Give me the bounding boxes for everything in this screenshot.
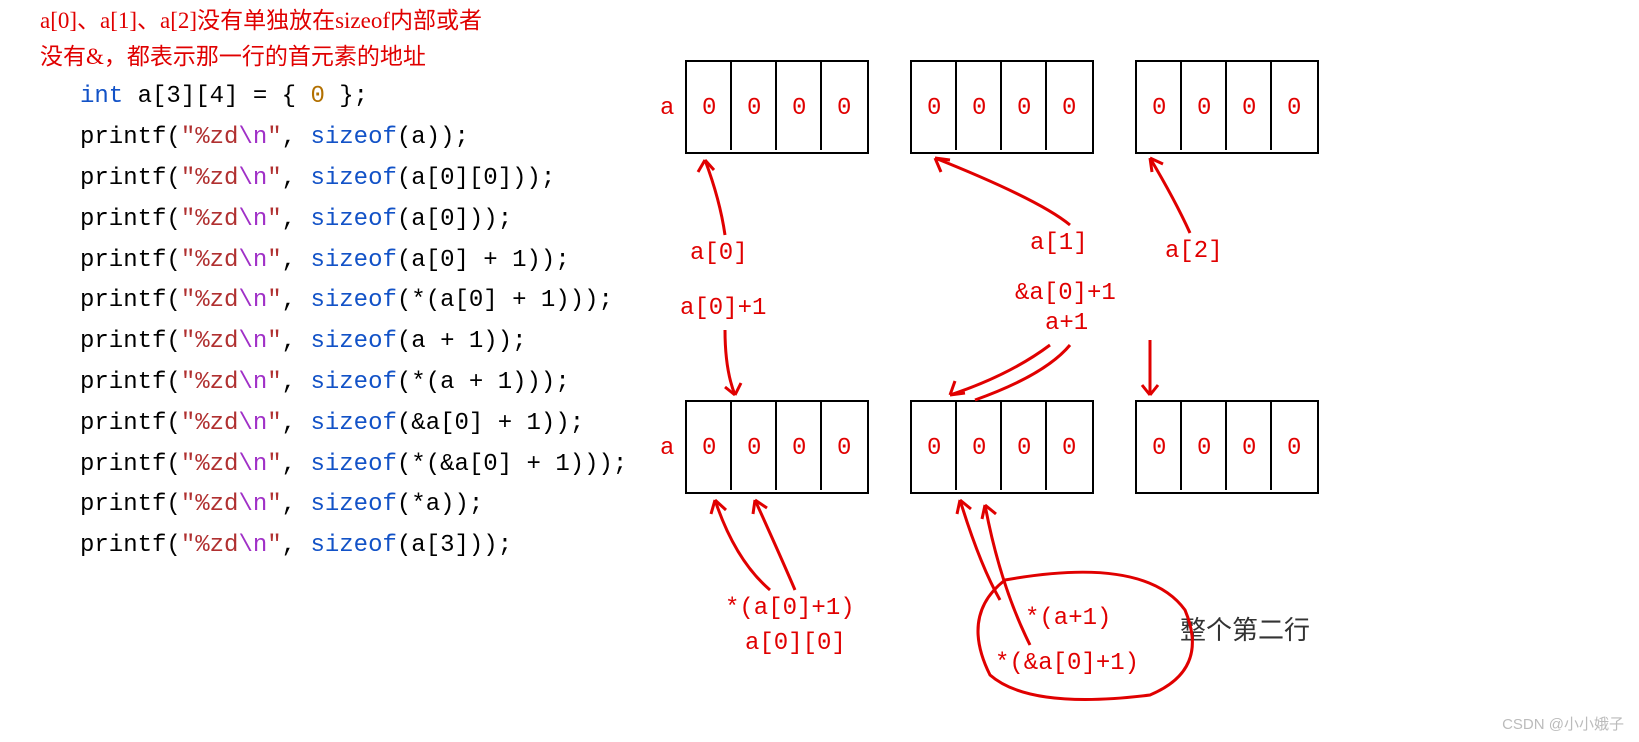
label-a0: a[0] — [690, 240, 748, 267]
label-star-amp: *(&a[0]+1) — [995, 650, 1139, 677]
label-a-top: a — [660, 95, 674, 122]
label-row2: 整个第二行 — [1180, 610, 1310, 647]
code-block: int a[3][4] = { 0 }; printf("%zd\n", siz… — [40, 77, 640, 567]
label-star-a0p1: *(a[0]+1) — [725, 595, 855, 622]
diagram-area: a 0 0 0 0 0 0 0 0 0 0 0 0 a[0] a[1] a[2]… — [650, 0, 1639, 572]
label-a2: a[2] — [1165, 238, 1223, 265]
comment-line-2: 没有&，都表示那一行的首元素的地址 — [40, 41, 640, 73]
label-star-ap1: *(a+1) — [1025, 605, 1111, 632]
label-a0p1: a[0]+1 — [680, 295, 766, 322]
label-a1: a[1] — [1030, 230, 1088, 257]
watermark: CSDN @小小娥子 — [1502, 713, 1624, 734]
comment-line-1: a[0]、a[1]、a[2]没有单独放在sizeof内部或者 — [40, 5, 640, 37]
label-ampa0p1: &a[0]+1 — [1015, 280, 1116, 307]
label-a00: a[0][0] — [745, 630, 846, 657]
label-a-bottom: a — [660, 435, 674, 462]
label-ap1: a+1 — [1045, 310, 1088, 337]
